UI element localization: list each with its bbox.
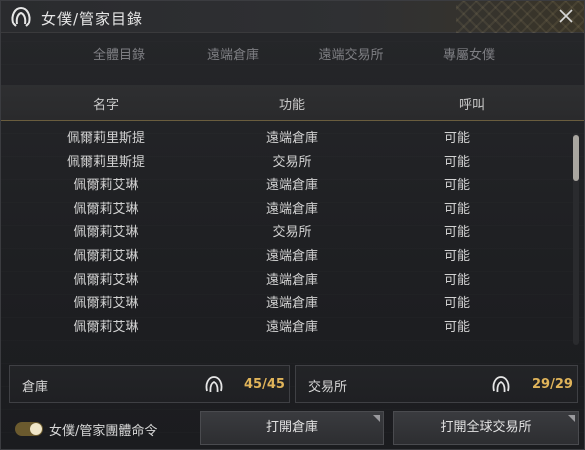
maid-name: 佩爾莉艾琳 <box>73 178 139 194</box>
maid-call-status: 可能 <box>443 272 470 288</box>
open-warehouse-label: 打開倉庫 <box>265 420 318 435</box>
list-item[interactable]: 佩爾莉艾琳 交易所 可能 <box>1 217 569 241</box>
maid-hair-icon <box>11 6 31 27</box>
list-item[interactable]: 佩爾莉艾琳 遠端倉庫 可能 <box>1 170 569 194</box>
tab-bar: 全體目錄 遠端倉庫 遠端交易所 專屬女僕 <box>1 41 584 81</box>
maid-butler-catalog-window: 女僕/管家目錄 全體目錄 遠端倉庫 遠端交易所 專屬女僕 名字 功能 呼叫 佩爾… <box>0 0 585 450</box>
maid-function: 遠端倉庫 <box>265 201 318 217</box>
corner-indicator-icon <box>373 415 380 422</box>
corner-indicator-icon <box>568 415 575 422</box>
maid-name: 佩爾莉艾琳 <box>73 225 139 241</box>
exchange-label: 交易所 <box>308 380 348 395</box>
maid-name: 佩爾莉艾琳 <box>73 296 139 312</box>
list-item[interactable]: 佩爾莉艾琳 遠端倉庫 可能 <box>1 241 569 265</box>
column-header-call: 呼叫 <box>458 98 485 113</box>
list-item[interactable]: 佩爾莉里斯提 交易所 可能 <box>1 147 569 171</box>
list-item[interactable]: 佩爾莉里斯提 遠端倉庫 可能 <box>1 123 569 147</box>
tab-all-catalog[interactable]: 全體目錄 <box>89 47 149 77</box>
tab-remote-exchange[interactable]: 遠端交易所 <box>313 47 389 77</box>
window-title: 女僕/管家目錄 <box>41 10 144 28</box>
warehouse-label: 倉庫 <box>22 380 49 395</box>
scrollbar-thumb[interactable] <box>573 135 579 181</box>
list-item[interactable]: 佩爾莉艾琳 遠端倉庫 可能 <box>1 288 569 312</box>
tab-remote-warehouse[interactable]: 遠端倉庫 <box>203 47 263 77</box>
maid-function: 遠端倉庫 <box>265 178 318 194</box>
maid-function: 交易所 <box>272 154 312 170</box>
open-global-exchange-label: 打開全球交易所 <box>440 420 532 435</box>
maid-function: 遠端倉庫 <box>265 272 318 288</box>
maid-call-status: 可能 <box>443 248 470 264</box>
maid-function: 交易所 <box>272 225 312 241</box>
list-item[interactable]: 佩爾莉艾琳 遠端倉庫 可能 <box>1 194 569 218</box>
warehouse-summary: 倉庫 45/45 <box>9 365 290 403</box>
maid-name: 佩爾莉里斯提 <box>66 131 145 146</box>
maid-call-status: 可能 <box>443 201 470 217</box>
title-bar[interactable]: 女僕/管家目錄 <box>1 1 584 33</box>
maid-call-status: 可能 <box>443 131 470 146</box>
maid-hair-icon <box>492 376 510 393</box>
maid-name: 佩爾莉艾琳 <box>73 272 139 288</box>
group-command-toggle[interactable] <box>15 422 43 436</box>
maid-call-status: 可能 <box>443 296 470 312</box>
maid-function: 遠端倉庫 <box>265 131 318 146</box>
maid-call-status: 可能 <box>443 154 470 170</box>
maid-name: 佩爾莉艾琳 <box>73 319 139 335</box>
warehouse-count: 45/45 <box>244 377 285 392</box>
maid-name: 佩爾莉艾琳 <box>73 248 139 264</box>
column-header-name: 名字 <box>92 98 119 113</box>
maid-call-status: 可能 <box>443 319 470 335</box>
maid-name: 佩爾莉艾琳 <box>73 201 139 217</box>
close-icon[interactable] <box>556 6 576 26</box>
toggle-knob <box>30 423 42 435</box>
tab-exclusive-maid[interactable]: 專屬女僕 <box>441 47 497 77</box>
maid-list: 佩爾莉里斯提 遠端倉庫 可能 佩爾莉里斯提 交易所 可能 佩爾莉艾琳 遠端倉庫 … <box>1 123 569 347</box>
maid-function: 遠端倉庫 <box>265 248 318 264</box>
maid-function: 遠端倉庫 <box>265 296 318 312</box>
open-warehouse-button[interactable]: 打開倉庫 <box>200 411 384 445</box>
maid-call-status: 可能 <box>443 178 470 194</box>
maid-function: 遠端倉庫 <box>265 319 318 335</box>
maid-call-status: 可能 <box>443 225 470 241</box>
maid-name: 佩爾莉里斯提 <box>66 154 145 170</box>
maid-hair-icon <box>205 376 223 393</box>
column-header-row: 名字 功能 呼叫 <box>1 85 584 121</box>
exchange-summary: 交易所 29/29 <box>295 365 578 403</box>
open-global-exchange-button[interactable]: 打開全球交易所 <box>393 411 579 445</box>
list-item[interactable]: 佩爾莉艾琳 遠端倉庫 可能 <box>1 265 569 289</box>
group-command-label: 女僕/管家團體命令 <box>49 424 158 439</box>
column-header-function: 功能 <box>278 98 305 113</box>
exchange-count: 29/29 <box>532 377 573 392</box>
list-item[interactable]: 佩爾莉艾琳 遠端倉庫 可能 <box>1 312 569 336</box>
